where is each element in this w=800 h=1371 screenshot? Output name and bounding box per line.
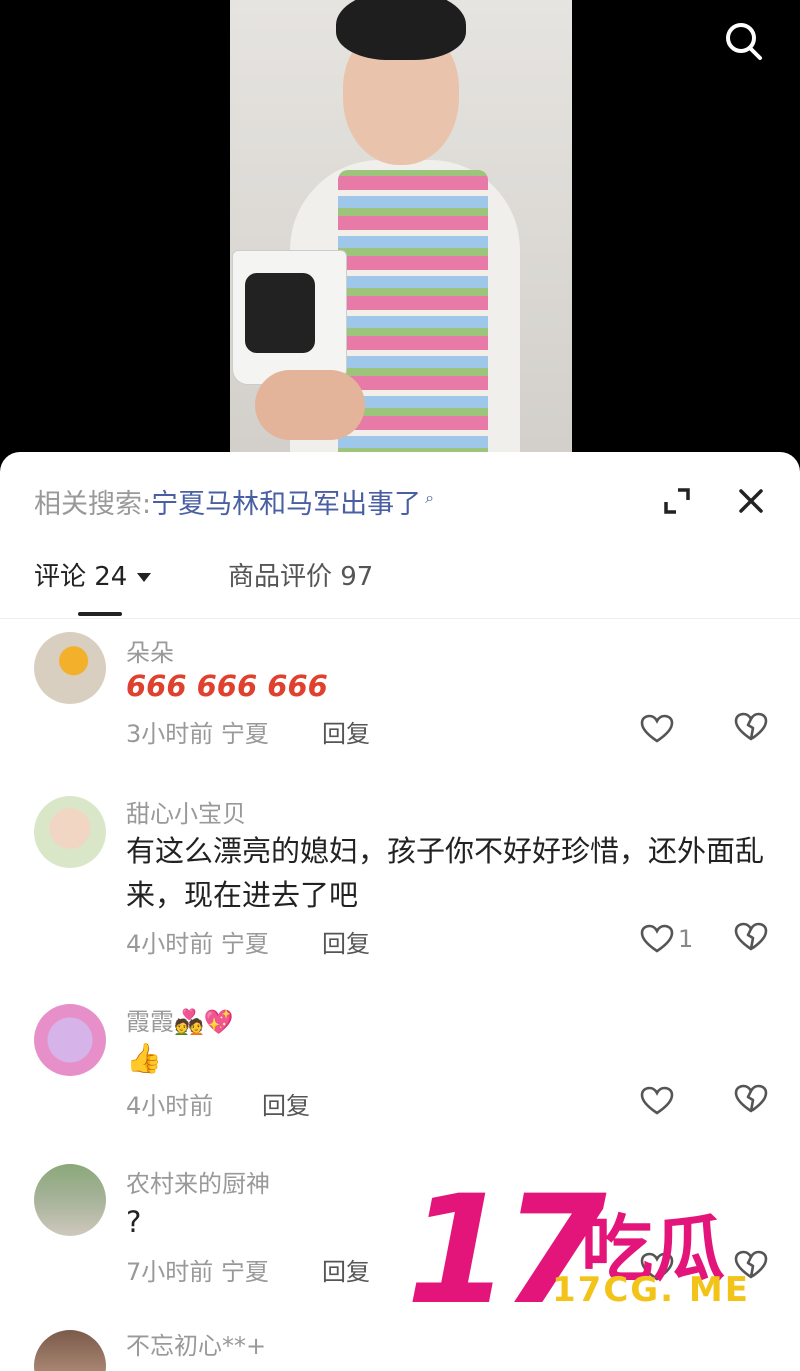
comment-meta: 7小时前 宁夏 xyxy=(126,1252,269,1287)
like-button[interactable] xyxy=(640,1084,700,1118)
heart-icon xyxy=(640,924,674,953)
tab-comments[interactable]: 评论 24 xyxy=(34,556,152,593)
search-icon xyxy=(726,23,762,60)
comment-time: 4小时前 xyxy=(126,930,214,958)
comment-meta: 3小时前 宁夏 xyxy=(126,714,269,749)
avatar[interactable] xyxy=(34,632,106,704)
broken-heart-icon xyxy=(734,712,768,741)
comment-username[interactable]: 甜心小宝贝 xyxy=(126,794,246,829)
close-icon xyxy=(739,489,763,513)
tab-product-reviews[interactable]: 商品评价 97 xyxy=(228,556,373,593)
comment-username[interactable]: 霞霞💑💖 xyxy=(126,1002,234,1037)
comment-username[interactable]: 农村来的厨神 xyxy=(126,1164,270,1199)
like-button[interactable]: 1 xyxy=(640,922,700,956)
video-frame xyxy=(230,0,572,470)
video-hand xyxy=(255,370,365,440)
comment-location: 宁夏 xyxy=(220,720,269,748)
broken-heart-icon xyxy=(734,1084,768,1113)
comment-time: 3小时前 xyxy=(126,720,214,748)
search-button[interactable] xyxy=(720,18,766,64)
heart-icon xyxy=(640,714,674,743)
related-search[interactable]: 相关搜索:宁夏马林和马军出事了 ⌕ xyxy=(34,482,434,521)
tab-divider xyxy=(0,618,800,619)
video-knit-vest xyxy=(338,170,488,470)
tab-comments-label: 评论 24 xyxy=(34,562,128,592)
dislike-button[interactable] xyxy=(734,712,768,746)
like-button[interactable] xyxy=(640,712,700,746)
comment-time: 4小时前 xyxy=(126,1092,214,1120)
heart-icon xyxy=(640,1086,674,1115)
broken-heart-icon xyxy=(734,922,768,951)
comment-username[interactable]: 不忘初心**+ xyxy=(126,1326,266,1361)
reply-button[interactable]: 回复 xyxy=(322,924,370,959)
avatar[interactable] xyxy=(34,1004,106,1076)
like-count: 1 xyxy=(678,925,694,953)
comment-text: 👍 xyxy=(126,1041,163,1075)
video-rice-cooker xyxy=(232,250,347,385)
watermark: 17 吃瓜 17CG. ME xyxy=(406,1176,800,1326)
caret-down-icon xyxy=(137,573,152,582)
reply-button[interactable]: 回复 xyxy=(322,1252,370,1287)
related-search-icon: ⌕ xyxy=(425,488,435,507)
comment-meta: 4小时前 宁夏 xyxy=(126,924,269,959)
comment-meta: 4小时前 xyxy=(126,1086,213,1121)
video-cooker-panel xyxy=(245,273,315,353)
comment-username[interactable]: 朵朵 xyxy=(126,633,174,668)
comment-text: 666 666 666 xyxy=(126,669,328,703)
avatar[interactable] xyxy=(34,796,106,868)
comment-text: 有这么漂亮的媳妇，孩子你不好好珍惜，还外面乱来，现在进去了吧 xyxy=(126,834,765,912)
related-search-keyword[interactable]: 宁夏马林和马军出事了 xyxy=(151,489,421,520)
avatar[interactable] xyxy=(34,1164,106,1236)
watermark-url: 17CG. ME xyxy=(552,1270,750,1310)
comment-location: 宁夏 xyxy=(220,930,269,958)
reply-button[interactable]: 回复 xyxy=(322,714,370,749)
video-person-hair xyxy=(336,0,466,60)
reply-button[interactable]: 回复 xyxy=(262,1086,310,1121)
video-player[interactable] xyxy=(0,0,800,470)
expand-icon xyxy=(664,488,690,514)
dislike-button[interactable] xyxy=(734,1084,768,1118)
tab-reviews-label: 商品评价 97 xyxy=(228,562,374,592)
close-button[interactable] xyxy=(734,484,768,518)
dislike-button[interactable] xyxy=(734,922,768,956)
comment-location: 宁夏 xyxy=(220,1258,269,1286)
tab-active-indicator xyxy=(78,612,122,616)
comment-time: 7小时前 xyxy=(126,1258,214,1286)
app-root: { "related_search": { "label": "相关搜索:", … xyxy=(0,0,800,1371)
expand-button[interactable] xyxy=(660,484,694,518)
related-search-label: 相关搜索: xyxy=(34,489,152,520)
